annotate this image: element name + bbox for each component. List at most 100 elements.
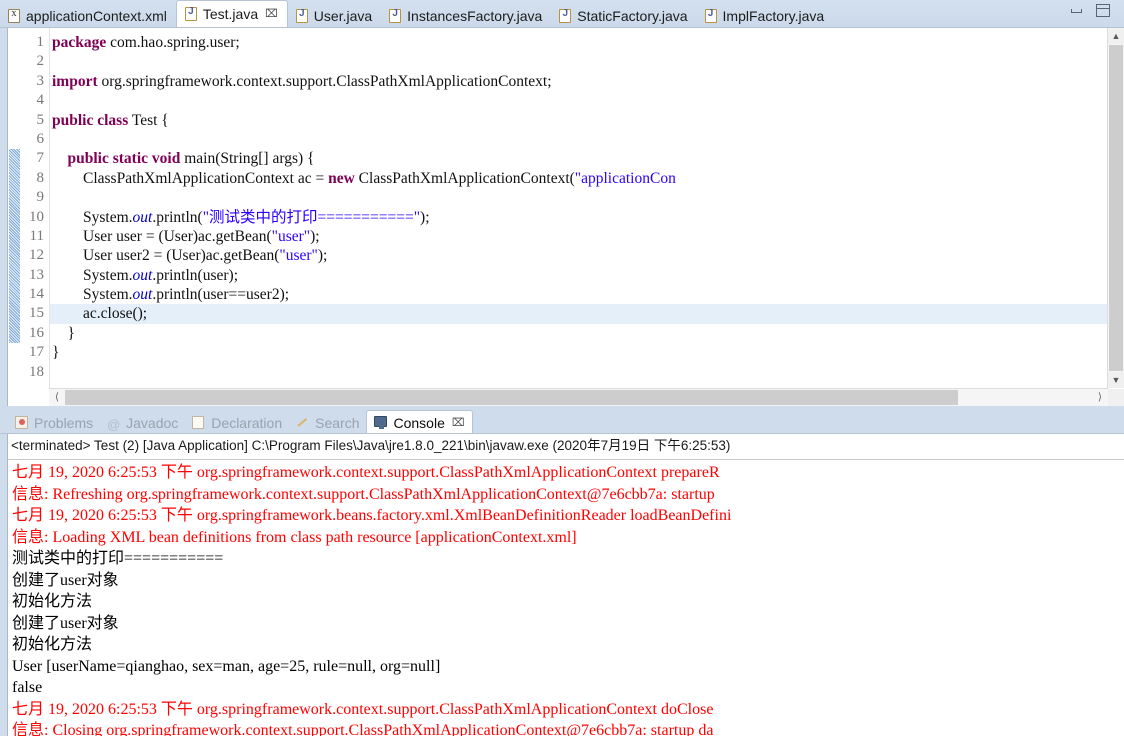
- console-icon-glyph: [374, 415, 388, 429]
- editor-tab-instancesfactory-java[interactable]: InstancesFactory.java: [381, 4, 551, 27]
- code-line-1[interactable]: package com.hao.spring.user;: [50, 33, 1124, 52]
- code-line-18[interactable]: [50, 363, 1124, 382]
- code-line-12[interactable]: User user2 = (User)ac.getBean("user");: [50, 246, 1124, 265]
- java-file-icon: [184, 6, 198, 21]
- scroll-left-icon[interactable]: ⟨: [49, 390, 65, 406]
- java-file-icon-glyph: [295, 8, 308, 23]
- console-tab-label: Search: [315, 415, 360, 431]
- close-icon[interactable]: ⌧: [265, 9, 278, 20]
- line-number: 15: [29, 305, 44, 322]
- code-line-13[interactable]: System.out.println(user);: [50, 266, 1124, 285]
- line-number: 4: [36, 92, 45, 109]
- code-line-5[interactable]: public class Test {: [50, 111, 1124, 130]
- code-text-area[interactable]: package com.hao.spring.user; import org.…: [50, 28, 1124, 406]
- console-output-line: 初始化方法: [12, 636, 93, 653]
- console-output-line: 信息: Refreshing org.springframework.conte…: [12, 485, 715, 503]
- line-number: 1: [36, 34, 45, 50]
- code-line-8[interactable]: ClassPathXmlApplicationContext ac = new …: [50, 169, 1124, 188]
- editor-left-strip: [0, 28, 7, 406]
- java-file-icon: [559, 8, 572, 23]
- console-tab-problems[interactable]: Problems: [8, 412, 100, 434]
- line-number: 18: [29, 363, 44, 380]
- console-tab-javadoc[interactable]: @ Javadoc: [100, 412, 185, 434]
- console-tab-declaration[interactable]: Declaration: [185, 412, 289, 434]
- horizontal-scroll-track[interactable]: [65, 390, 1092, 405]
- scroll-down-icon[interactable]: ▼: [1108, 372, 1124, 388]
- console-divider: [8, 459, 1124, 460]
- line-number: 9: [36, 189, 45, 206]
- close-icon[interactable]: ⌧: [452, 416, 465, 429]
- minimize-icon[interactable]: [1071, 8, 1082, 13]
- java-file-icon: [295, 8, 309, 23]
- editor-tab-label: Test.java: [202, 6, 259, 22]
- editor-tab-label: StaticFactory.java: [577, 7, 688, 24]
- console-output-line: 七月 19, 2020 6:25:53 下午 org.springframewo…: [12, 464, 720, 481]
- code-line-7[interactable]: public static void main(String[] args) {: [50, 149, 1124, 168]
- maximize-icon[interactable]: [1096, 4, 1110, 17]
- editor-tab-implfactory-java[interactable]: ImplFactory.java: [697, 4, 834, 27]
- console-tab-label: Javadoc: [126, 415, 179, 431]
- scroll-right-icon[interactable]: ⟩: [1092, 390, 1108, 406]
- console-body: <terminated> Test (2) [Java Application]…: [0, 433, 1124, 736]
- line-number: 16: [29, 324, 44, 341]
- code-line-17[interactable]: }: [50, 343, 1124, 362]
- scrollbar-corner: [1108, 389, 1124, 406]
- code-line-16[interactable]: }: [50, 324, 1124, 343]
- vertical-scroll-thumb[interactable]: [1109, 45, 1123, 371]
- console-output-line: 七月 19, 2020 6:25:53 下午 org.springframewo…: [12, 700, 714, 718]
- javadoc-at-icon: @: [107, 416, 122, 432]
- editor-gutter[interactable]: 1 2 3 4 5 6 7 8 9 10 11 12 13 14 15 16 17 18: [8, 28, 50, 406]
- console-tab-label: Problems: [34, 415, 94, 431]
- console-panel: Problems @ Javadoc Declaration Search Console…: [0, 406, 1124, 736]
- line-number: 2: [36, 53, 45, 70]
- horizontal-scroll-thumb[interactable]: [65, 390, 959, 405]
- java-file-icon: [389, 8, 402, 23]
- line-number: 12: [29, 247, 44, 264]
- console-tab-label: Declaration: [211, 415, 283, 431]
- console-output-line: 信息: Closing org.springframework.context.…: [12, 722, 714, 736]
- console-output: 七月 19, 2020 6:25:53 下午 org.springframewo…: [8, 462, 1124, 736]
- line-number: 10: [29, 208, 44, 225]
- xml-file-icon-glyph: [8, 8, 20, 23]
- declaration-icon-glyph: [192, 416, 205, 429]
- java-file-icon-glyph: [704, 8, 717, 23]
- code-line-9[interactable]: [50, 188, 1124, 207]
- problems-icon-glyph: [15, 416, 28, 429]
- scroll-up-icon[interactable]: ▲: [1108, 28, 1124, 44]
- code-line-6[interactable]: [50, 130, 1124, 149]
- code-line-15[interactable]: ac.close();: [50, 304, 1124, 324]
- line-number: 5: [36, 111, 45, 128]
- editor-tab-applicationcontext-xml[interactable]: applicationContext.xml: [0, 4, 176, 27]
- xml-file-icon: [8, 8, 21, 23]
- console-output-line: 七月 19, 2020 6:25:53 下午 org.springframewo…: [12, 507, 732, 524]
- code-line-11[interactable]: User user = (User)ac.getBean("user");: [50, 227, 1124, 246]
- console-tab-label: Console: [393, 414, 445, 431]
- editor-tab-test-java[interactable]: Test.java ⌧: [175, 0, 288, 27]
- search-icon-glyph: [296, 416, 310, 429]
- console-output-line: 测试类中的打印===========: [12, 550, 224, 567]
- console-output-line: User [userName=qianghao, sex=man, age=25…: [12, 657, 441, 675]
- code-line-14[interactable]: System.out.println(user==user2);: [50, 285, 1124, 304]
- editor-tab-staticfactory-java[interactable]: StaticFactory.java: [551, 4, 696, 27]
- editor-tabs-host: applicationContext.xml Test.java ⌧ User.jav…: [0, 0, 833, 27]
- line-number: 14: [29, 286, 44, 303]
- code-line-2[interactable]: [50, 52, 1124, 71]
- editor-tab-label: applicationContext.xml: [26, 7, 167, 24]
- console-output-line: false: [12, 679, 43, 696]
- problems-icon: [15, 416, 30, 430]
- code-line-10[interactable]: System.out.println("测试类中的打印===========")…: [50, 208, 1124, 227]
- console-tab-console[interactable]: Console ⌧: [366, 410, 473, 434]
- console-inner[interactable]: <terminated> Test (2) [Java Application]…: [7, 434, 1124, 736]
- line-number-ruler: 1 2 3 4 5 6 7 8 9 10 11 12 13 14 15 16 17 18: [8, 33, 46, 382]
- editor-tab-user-java[interactable]: User.java: [288, 4, 381, 27]
- java-file-icon-glyph: [389, 8, 402, 23]
- editor-horizontal-scrollbar[interactable]: ⟨ ⟩: [49, 388, 1108, 406]
- code-editor: 1 2 3 4 5 6 7 8 9 10 11 12 13 14 15 16 17 18 package com.…: [0, 27, 1124, 406]
- line-number: 8: [36, 169, 45, 186]
- editor-vertical-scrollbar[interactable]: ▲ ▼: [1107, 28, 1124, 388]
- code-line-3[interactable]: import org.springframework.context.suppo…: [50, 72, 1124, 91]
- console-tab-search[interactable]: Search: [289, 412, 366, 434]
- javadoc-at-icon-glyph: @: [107, 417, 121, 432]
- process-status-line: <terminated> Test (2) [Java Application]…: [11, 438, 731, 453]
- code-line-4[interactable]: [50, 91, 1124, 110]
